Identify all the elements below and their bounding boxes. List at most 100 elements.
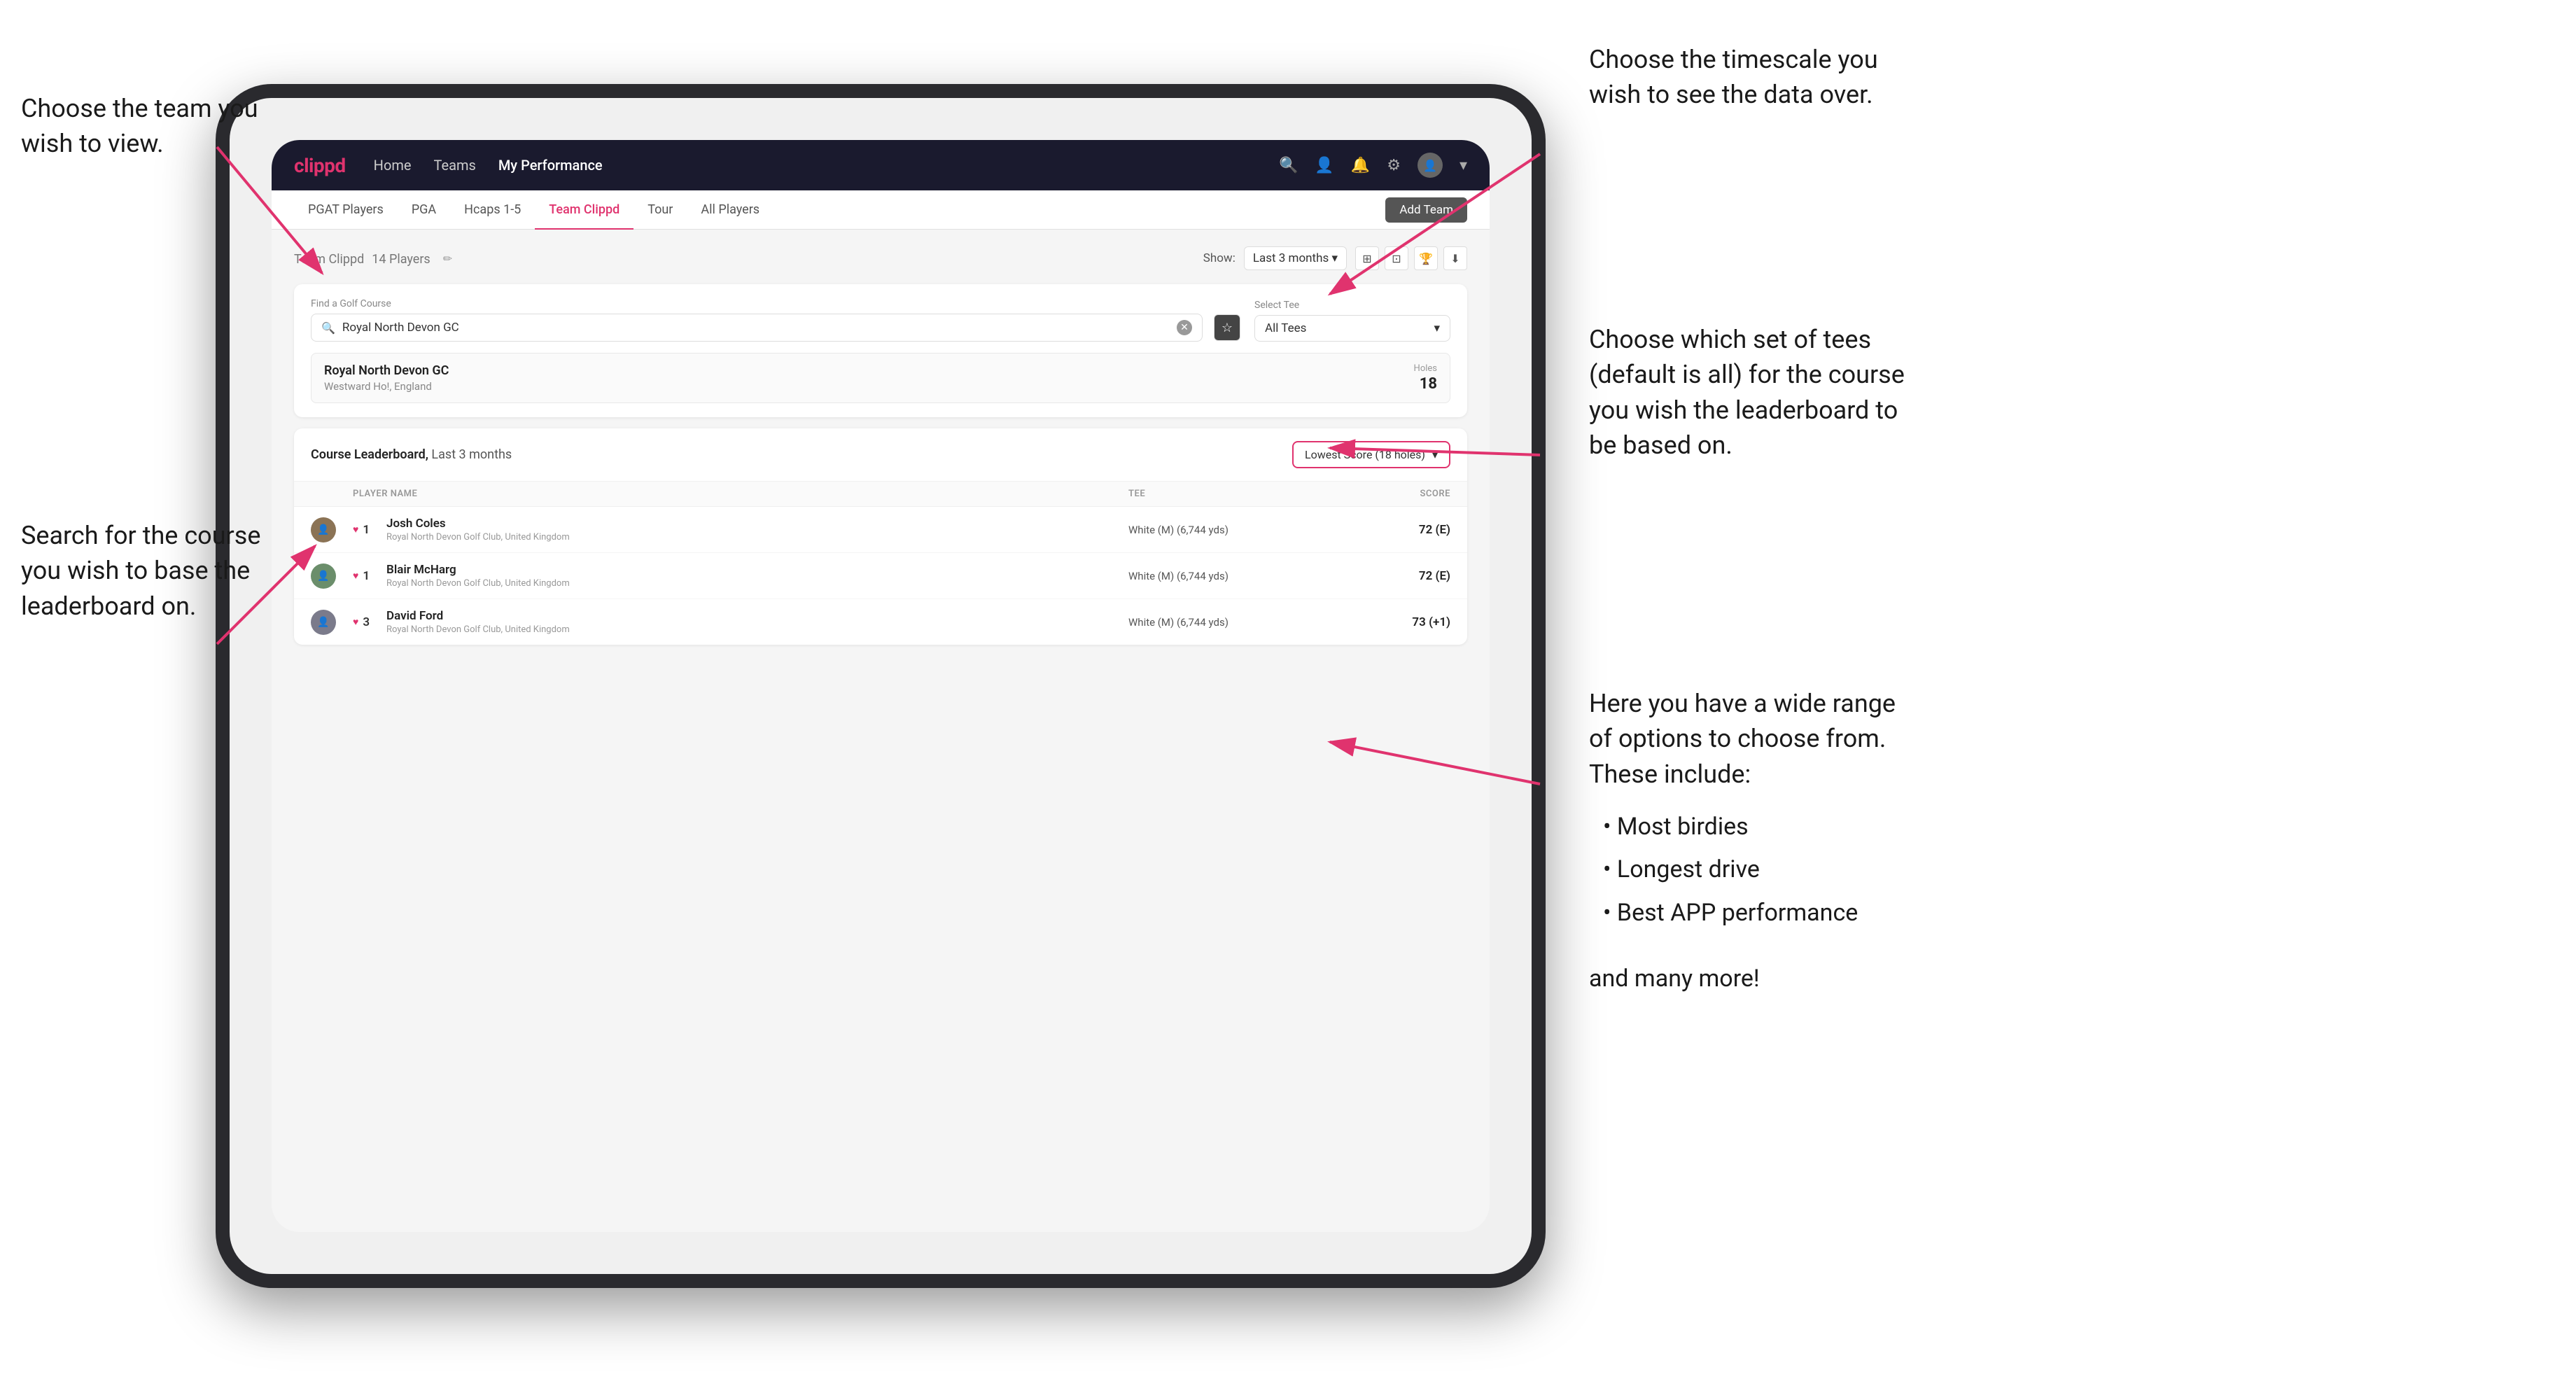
option-app: Best APP performance [1603, 892, 1896, 934]
favorite-button[interactable]: ☆ [1214, 314, 1240, 341]
nav-my-performance[interactable]: My Performance [498, 157, 603, 174]
course-result: Royal North Devon GC Westward Ho!, Engla… [311, 353, 1450, 403]
player-row: 👤 ♥ 3 David Ford Royal North Devon Golf … [294, 599, 1467, 645]
tab-tour[interactable]: Tour [634, 190, 687, 230]
trophy-view-button[interactable]: 🏆 [1414, 246, 1438, 270]
player-name: Josh Coles [386, 517, 570, 531]
add-team-button[interactable]: Add Team [1385, 197, 1467, 223]
leaderboard-header: Course Leaderboard, Last 3 months Lowest… [294, 428, 1467, 482]
holes-box: Holes 18 [1414, 363, 1437, 393]
nav-home[interactable]: Home [374, 157, 412, 174]
top-right-annotation: Choose the timescale youwish to see the … [1589, 42, 1878, 113]
player-info: Josh Coles Royal North Devon Golf Club, … [378, 517, 570, 542]
course-result-name: Royal North Devon GC [324, 363, 449, 378]
option-birdies: Most birdies [1603, 806, 1896, 848]
tee-dropdown[interactable]: All Tees ▾ [1254, 315, 1450, 342]
rank-number: 1 [363, 569, 370, 583]
heart-icon: ♥ [353, 616, 358, 628]
search-icon[interactable]: 🔍 [1279, 157, 1298, 174]
options-list: Most birdies Longest drive Best APP perf… [1603, 806, 1896, 934]
find-course-label: Find a Golf Course [311, 298, 1240, 309]
tab-all-players[interactable]: All Players [687, 190, 774, 230]
player-name-column-header: PLAYER NAME [353, 489, 1128, 499]
app-content: clippd Home Teams My Performance 🔍 👤 🔔 ⚙… [272, 140, 1490, 1232]
leaderboard-title: Course Leaderboard, Last 3 months [311, 447, 512, 462]
nav-teams[interactable]: Teams [434, 157, 476, 174]
main-content: Team Clippd 14 Players ✏ Show: Last 3 mo… [272, 230, 1490, 662]
tab-hcaps[interactable]: Hcaps 1-5 [450, 190, 535, 230]
rank-cell: 👤 [311, 610, 353, 635]
avatar: 👤 [311, 610, 336, 635]
avatar: 👤 [311, 564, 336, 589]
tab-pgat-players[interactable]: PGAT Players [294, 190, 398, 230]
player-score: 72 (E) [1324, 523, 1450, 537]
heart-icon: ♥ [353, 524, 358, 536]
edit-icon[interactable]: ✏ [443, 252, 452, 265]
player-tee: White (M) (6,744 yds) [1128, 616, 1324, 629]
team-title: Team Clippd 14 Players [294, 250, 430, 267]
grid-large-view-button[interactable]: ⊡ [1385, 246, 1408, 270]
score-type-dropdown[interactable]: Lowest Score (18 holes) ▾ [1292, 441, 1450, 468]
brand-logo: clippd [294, 154, 346, 177]
player-name-cell: ♥ 1 Josh Coles Royal North Devon Golf Cl… [353, 517, 1128, 542]
avatar-icon: 👤 [317, 617, 329, 628]
search-card-top: Find a Golf Course 🔍 Royal North Devon G… [311, 298, 1450, 342]
person-icon[interactable]: 👤 [1315, 157, 1334, 174]
holes-label: Holes [1414, 363, 1437, 374]
player-club: Royal North Devon Golf Club, United King… [386, 532, 570, 542]
player-club: Royal North Devon Golf Club, United King… [386, 624, 570, 635]
course-search-card: Find a Golf Course 🔍 Royal North Devon G… [294, 284, 1467, 417]
player-score: 72 (E) [1324, 569, 1450, 583]
course-result-location: Westward Ho!, England [324, 380, 449, 393]
player-club: Royal North Devon Golf Club, United King… [386, 578, 570, 589]
and-more-text: and many more! [1589, 962, 1896, 996]
view-icons: ⊞ ⊡ 🏆 ⬇ [1355, 246, 1467, 270]
player-row: 👤 ♥ 1 Blair McHarg Royal North Devon Gol… [294, 553, 1467, 599]
course-result-info: Royal North Devon GC Westward Ho!, Engla… [324, 363, 449, 393]
option-drive: Longest drive [1603, 848, 1896, 891]
player-name: Blair McHarg [386, 563, 570, 577]
course-search-input[interactable]: Royal North Devon GC [342, 321, 1170, 335]
player-name: David Ford [386, 609, 570, 623]
dropdown-chevron-icon: ▾ [1331, 251, 1338, 265]
rank-number: 1 [363, 523, 370, 537]
navbar-links: Home Teams My Performance [374, 157, 603, 174]
tee-column-header: TEE [1128, 489, 1324, 499]
score-column-header: SCORE [1324, 489, 1450, 499]
player-info: David Ford Royal North Devon Golf Club, … [378, 609, 570, 635]
leaderboard-title-group: Course Leaderboard, Last 3 months [311, 447, 512, 462]
player-name-cell: ♥ 3 David Ford Royal North Devon Golf Cl… [353, 609, 1128, 635]
download-button[interactable]: ⬇ [1443, 246, 1467, 270]
rank-number: 3 [363, 615, 370, 629]
find-course-group: Find a Golf Course 🔍 Royal North Devon G… [311, 298, 1240, 342]
show-controls: Show: Last 3 months ▾ ⊞ ⊡ 🏆 ⬇ [1203, 246, 1467, 270]
settings-icon[interactable]: ⚙ [1387, 157, 1401, 174]
course-search-input-wrapper: 🔍 Royal North Devon GC ✕ [311, 314, 1203, 342]
tee-chevron-icon: ▾ [1434, 321, 1440, 335]
bottom-right-annotation: Here you have a wide rangeof options to … [1589, 686, 1896, 995]
heart-icon: ♥ [353, 570, 358, 582]
player-name-cell: ♥ 1 Blair McHarg Royal North Devon Golf … [353, 563, 1128, 589]
clear-search-button[interactable]: ✕ [1177, 320, 1192, 335]
show-label: Show: [1203, 251, 1236, 265]
avatar[interactable]: 👤 [1418, 153, 1443, 178]
tab-team-clippd[interactable]: Team Clippd [535, 190, 634, 230]
navbar-right: 🔍 👤 🔔 ⚙ 👤 ▾ [1279, 153, 1467, 178]
score-type-chevron-icon: ▾ [1432, 448, 1438, 461]
avatar: 👤 [311, 517, 336, 542]
avatar-icon: 👤 [1423, 159, 1437, 172]
leaderboard-section: Course Leaderboard, Last 3 months Lowest… [294, 428, 1467, 645]
tab-pga[interactable]: PGA [398, 190, 450, 230]
time-period-dropdown[interactable]: Last 3 months ▾ [1244, 246, 1347, 270]
player-tee: White (M) (6,744 yds) [1128, 524, 1324, 536]
top-left-annotation: Choose the team you wish to view. [21, 91, 259, 162]
chevron-down-icon[interactable]: ▾ [1460, 157, 1467, 174]
bell-icon[interactable]: 🔔 [1351, 157, 1370, 174]
grid-small-view-button[interactable]: ⊞ [1355, 246, 1379, 270]
player-row: 👤 ♥ 1 Josh Coles Royal North Devon Golf … [294, 507, 1467, 553]
avatar-icon: 👤 [317, 524, 329, 536]
select-tee-label: Select Tee [1254, 300, 1450, 311]
tablet-frame: clippd Home Teams My Performance 🔍 👤 🔔 ⚙… [216, 84, 1546, 1288]
navbar: clippd Home Teams My Performance 🔍 👤 🔔 ⚙… [272, 140, 1490, 190]
rank-cell: 👤 [311, 517, 353, 542]
